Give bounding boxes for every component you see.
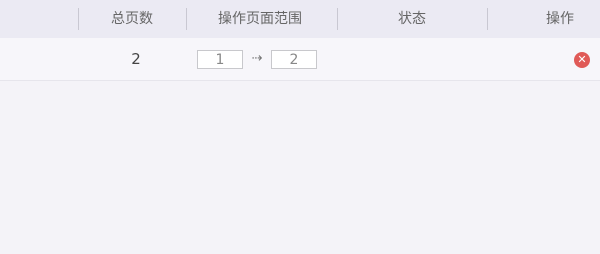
range-start-input[interactable]: 1 (197, 50, 243, 69)
total-pages-value: 2 (131, 50, 141, 68)
table-row: 2 1 ⇢ 2 ✕ (0, 38, 600, 81)
header-status: 状态 (398, 11, 426, 27)
column-divider (337, 8, 338, 30)
header-page-range: 操作页面范围 (218, 11, 302, 27)
column-divider (78, 8, 79, 30)
header-actions: 操作 (546, 11, 574, 27)
status-value (372, 38, 452, 80)
range-end-input[interactable]: 2 (271, 50, 317, 69)
column-divider (487, 8, 488, 30)
range-arrow-icon: ⇢ (251, 51, 263, 66)
column-divider (186, 8, 187, 30)
remove-icon[interactable]: ✕ (574, 52, 590, 68)
table-header: 总页数 操作页面范围 状态 操作 (0, 0, 600, 38)
header-total-pages: 总页数 (111, 11, 153, 27)
